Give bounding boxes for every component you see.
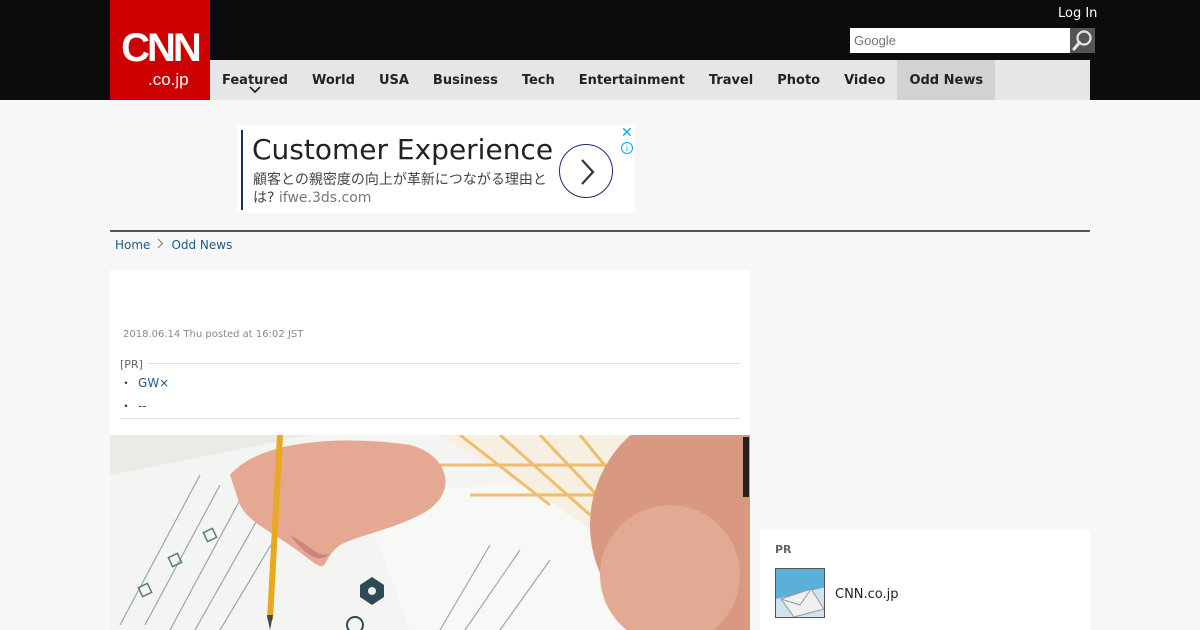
- logo-domain: .co.jp: [148, 70, 189, 89]
- nav-item-label: Entertainment: [578, 72, 685, 88]
- search-button[interactable]: [1070, 28, 1095, 53]
- nav-item-label: Travel: [708, 72, 754, 88]
- nav-item-world[interactable]: World: [300, 60, 367, 100]
- breadcrumb-current[interactable]: Odd News: [171, 238, 232, 252]
- ad-close-icon[interactable]: ✕: [621, 125, 633, 141]
- section-divider: [110, 230, 1090, 232]
- login-link[interactable]: Log In: [1058, 6, 1097, 21]
- sidebar-pr-name[interactable]: CNN.co.jp: [835, 587, 899, 602]
- nav-item-label: Odd News: [909, 72, 984, 88]
- pr-link-text: --: [138, 399, 147, 413]
- photo-person-filling-test-sheet: [110, 435, 750, 630]
- ad-headline: Customer Experience: [252, 133, 554, 166]
- nav-item-usa[interactable]: USA: [367, 60, 421, 100]
- ad-info-icon[interactable]: i: [621, 142, 633, 154]
- nav-item-label: World: [311, 72, 355, 88]
- article-card: 2018.06.14 Thu posted at 16:02 JST [PR] …: [110, 270, 750, 630]
- nav-item-label: Tech: [521, 72, 555, 88]
- search-icon: [1072, 30, 1092, 51]
- cnn-logo[interactable]: CNN .co.jp: [110, 0, 210, 100]
- breadcrumb-home[interactable]: Home: [115, 238, 150, 252]
- ad-banner[interactable]: Customer Experience 顧客との親密度の向上が革新につながる理由…: [237, 125, 635, 213]
- pr-divider: [120, 418, 740, 419]
- nav-item-odd-news[interactable]: Odd News: [897, 60, 996, 100]
- nav-item-photo[interactable]: Photo: [765, 60, 832, 100]
- search-input[interactable]: [850, 28, 1070, 53]
- pr-link-text: GW×: [138, 376, 170, 390]
- ad-cta-button[interactable]: [559, 144, 613, 198]
- nav-item-label: Video: [844, 72, 886, 88]
- photo-credit: [743, 437, 749, 497]
- main-nav: Featured World USA Business Tech Enterta…: [210, 60, 1090, 100]
- nav-item-travel[interactable]: Travel: [697, 60, 765, 100]
- ad-accent-bar: [241, 130, 243, 210]
- article-date: 2018.06.14 Thu posted at 16:02 JST: [123, 329, 304, 340]
- nav-item-label: Business: [432, 72, 498, 88]
- nav-item-tech[interactable]: Tech: [510, 60, 567, 100]
- chevron-right-icon: [581, 159, 595, 185]
- chevron-right-icon: [157, 238, 164, 252]
- chevron-down-icon: [249, 86, 261, 97]
- mail-thumbnail-icon[interactable]: [775, 568, 825, 618]
- pr-link[interactable]: ・ GW×: [120, 374, 169, 391]
- ad-domain: ifwe.3ds.com: [278, 190, 372, 206]
- nav-item-business[interactable]: Business: [421, 60, 510, 100]
- logo-text: CNN: [121, 26, 202, 70]
- nav-item-label: USA: [378, 72, 409, 88]
- nav-item-label: Photo: [777, 72, 821, 88]
- ad-body: 顧客との親密度の向上が革新につながる理由とは? ifwe.3ds.com: [253, 171, 563, 207]
- sidebar-pr-title: PR: [775, 543, 792, 556]
- sidebar-pr-box: PR CNN.co.jp: [760, 530, 1090, 630]
- bullet: ・: [120, 399, 133, 413]
- nav-item-video[interactable]: Video: [832, 60, 897, 100]
- nav-item-entertainment[interactable]: Entertainment: [567, 60, 697, 100]
- nav-item-featured[interactable]: Featured: [210, 60, 300, 100]
- breadcrumb: Home Odd News: [115, 238, 232, 252]
- pr-label: [PR]: [120, 358, 143, 371]
- article-photo: [110, 435, 750, 630]
- pr-divider: [148, 363, 740, 364]
- pr-link[interactable]: ・ --: [120, 397, 147, 414]
- bullet: ・: [120, 376, 133, 390]
